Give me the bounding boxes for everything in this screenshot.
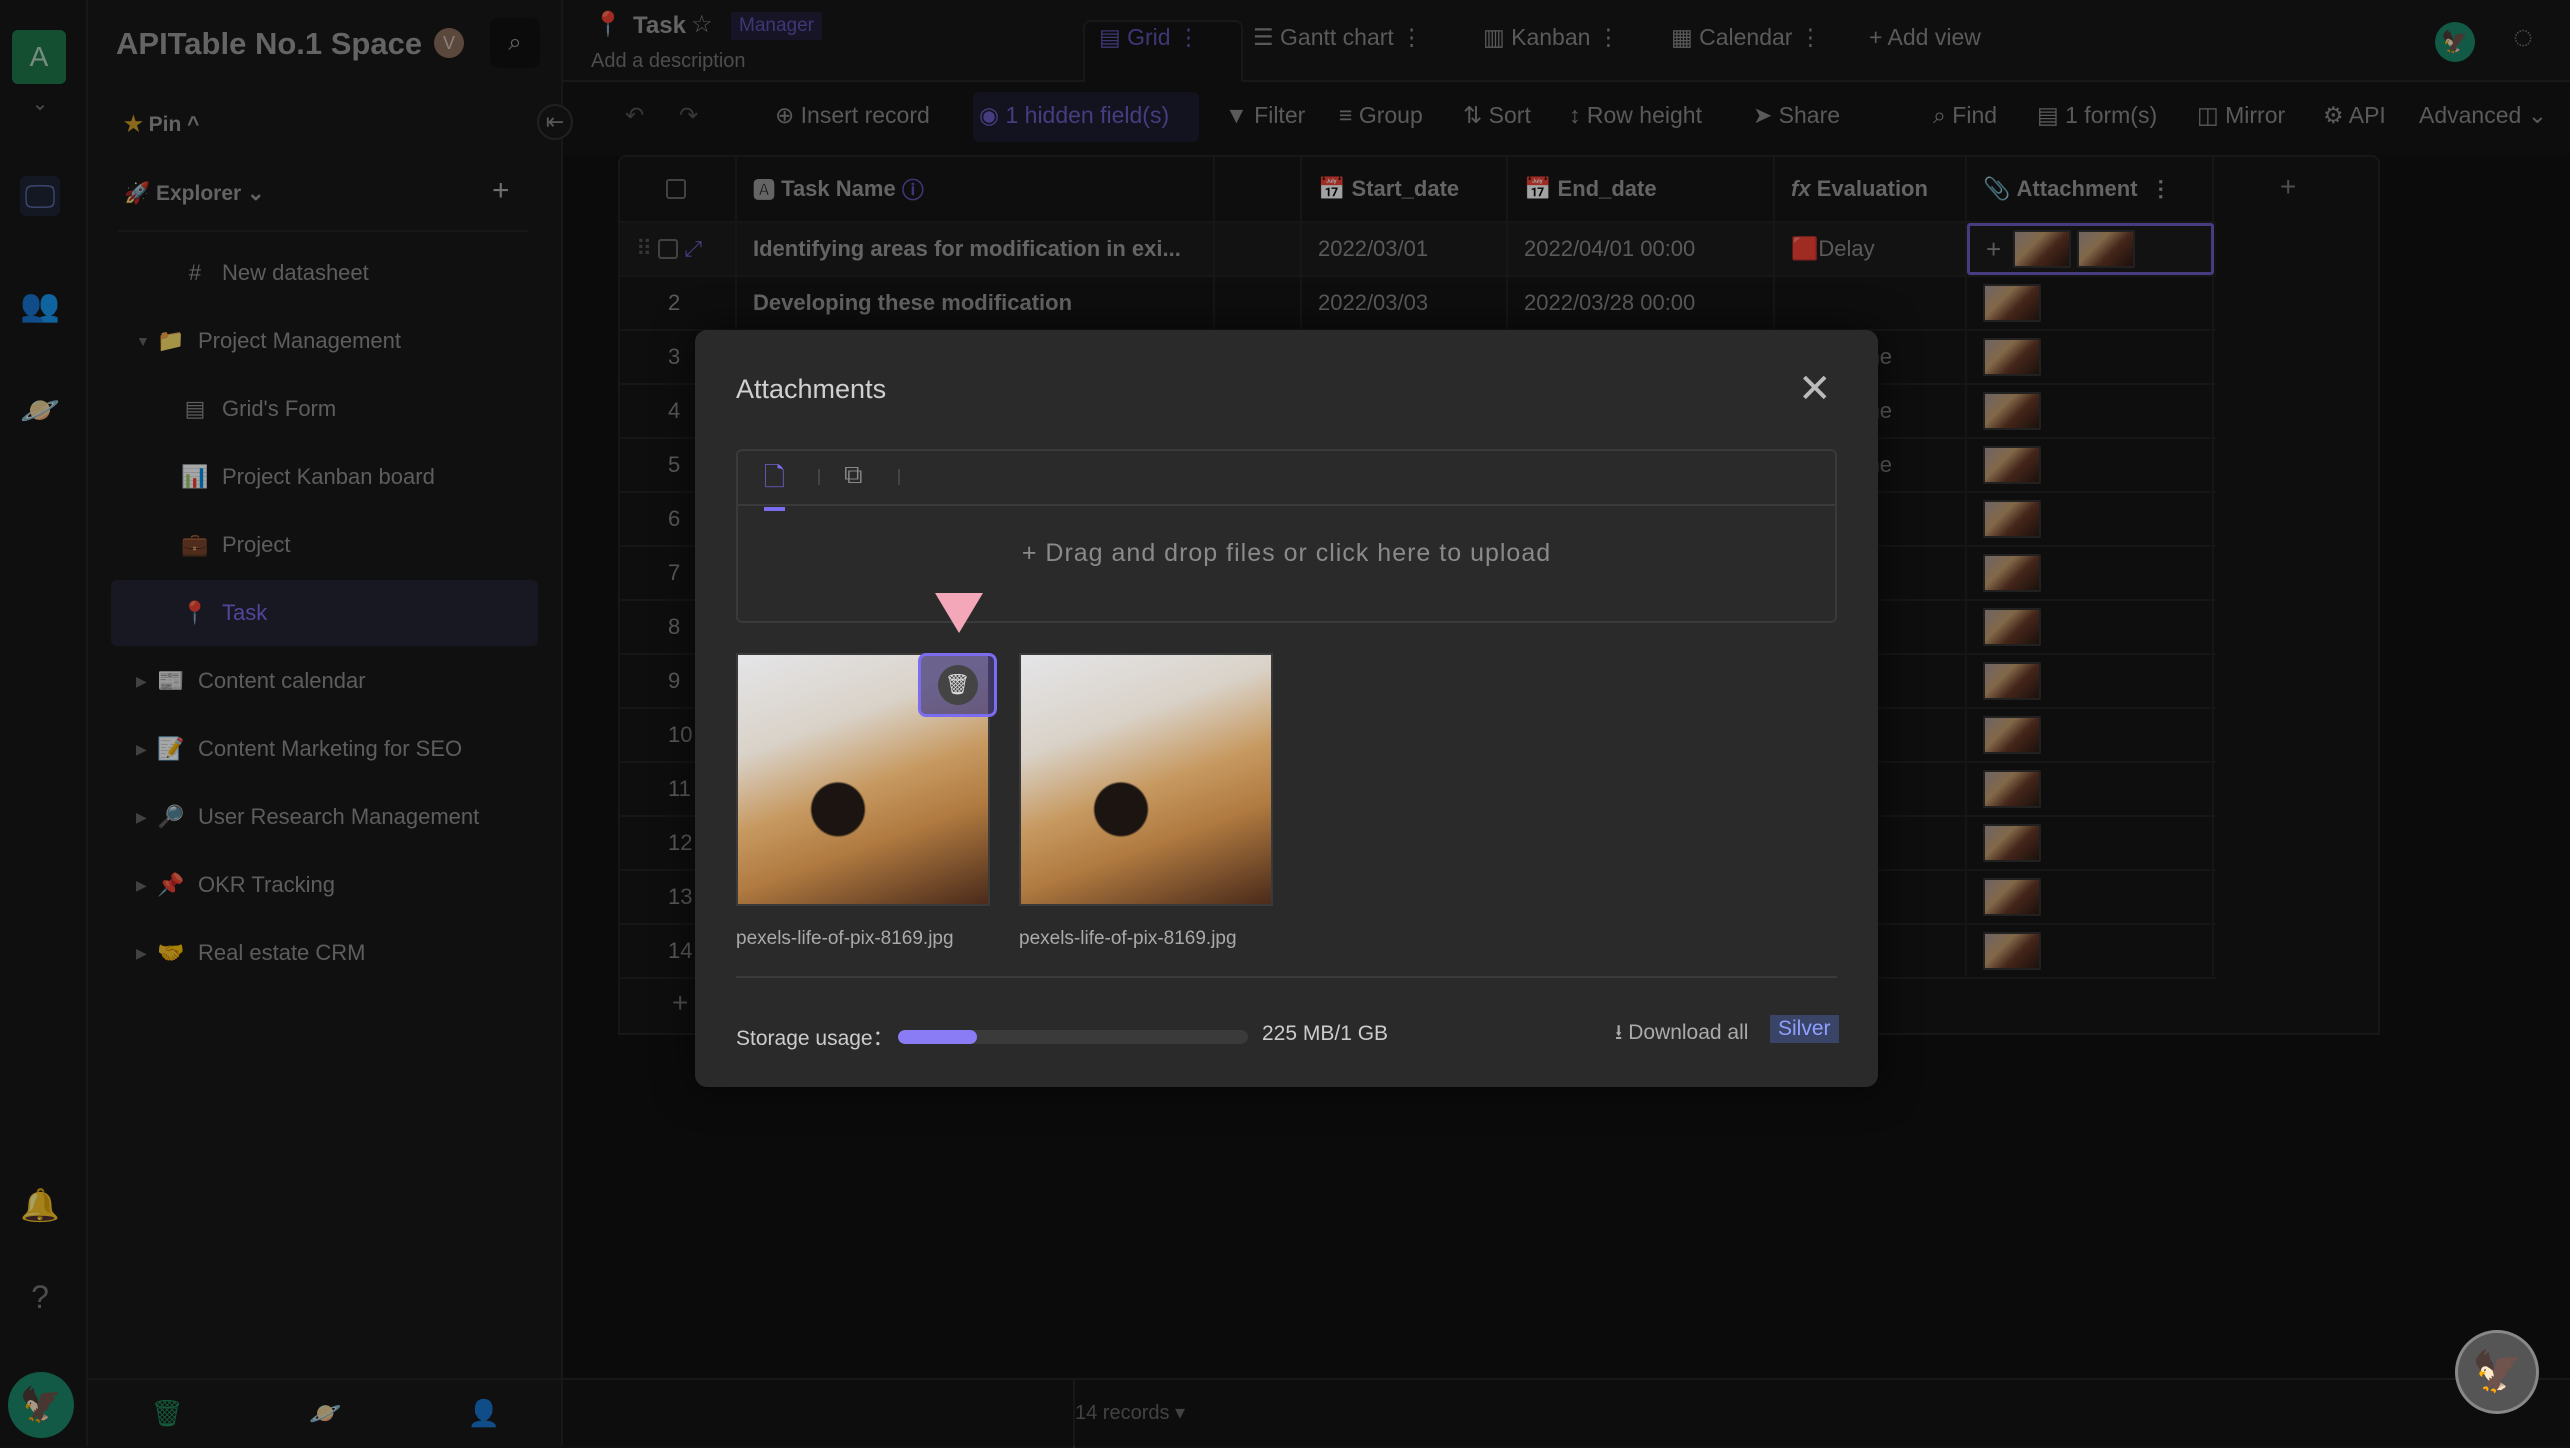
storage-progress-fill — [898, 1030, 977, 1044]
download-all-button[interactable]: ⭳ Download all — [1615, 1018, 1748, 1053]
storage-label: Storage usage： — [736, 1027, 894, 1050]
divider — [736, 976, 1837, 978]
attachment-filename: pexels-life-of-pix-8169.jpg — [1019, 928, 1237, 949]
pointer-indicator-icon — [935, 593, 983, 633]
attachment-thumbnail[interactable] — [1019, 653, 1273, 906]
trash-icon: 🗑 — [937, 665, 978, 705]
storage-value: 225 MB/1 GB — [1262, 1022, 1389, 1045]
modal-title: Attachments — [736, 374, 887, 404]
close-icon[interactable]: ✕ — [1798, 366, 1832, 412]
attachment-filename: pexels-life-of-pix-8169.jpg — [736, 928, 954, 949]
paste-file-tab-icon[interactable]: ⧉ — [844, 459, 863, 491]
attachment-item[interactable]: pexels-life-of-pix-8169.jpg — [1019, 653, 1273, 950]
label: Download all — [1628, 1021, 1749, 1044]
assistant-avatar[interactable]: 🦅 — [2455, 1330, 2539, 1414]
attachments-modal: Attachments ✕ 🗋 ⧉ + Drag and drop files … — [695, 330, 1878, 1087]
upload-file-tab-icon[interactable]: 🗋 — [764, 459, 785, 511]
divider — [898, 469, 900, 485]
upload-prompt[interactable]: + Drag and drop files or click here to u… — [738, 539, 1835, 568]
storage-progress-bar — [898, 1030, 1248, 1044]
delete-attachment-button[interactable]: 🗑 — [918, 653, 997, 717]
upload-tabs: 🗋 ⧉ — [738, 451, 1835, 511]
upload-area[interactable]: 🗋 ⧉ + Drag and drop files or click here … — [736, 449, 1837, 623]
divider — [818, 469, 820, 485]
plan-badge: Silver — [1770, 1015, 1839, 1043]
